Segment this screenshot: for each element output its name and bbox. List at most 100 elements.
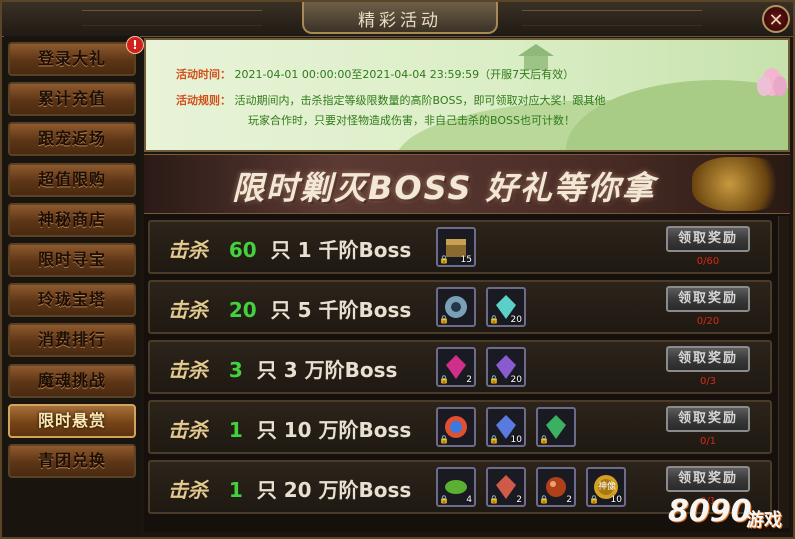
kill-unit: 只 bbox=[256, 478, 277, 502]
activity-rule-text-2: 玩家合作时，只要对怪物造成伤害，非自己击杀的BOSS也可计数！ bbox=[248, 114, 575, 127]
sidebar-item-5[interactable]: 限时寻宝 bbox=[8, 243, 136, 277]
bound-lock-icon: 🔒 bbox=[439, 435, 449, 444]
kill-progress: 0/60 bbox=[696, 256, 720, 267]
kill-label: 击杀 bbox=[168, 418, 208, 442]
boss-level: 10 bbox=[283, 418, 312, 442]
kill-progress: 0/20 bbox=[696, 316, 720, 327]
bound-lock-icon: 🔒 bbox=[489, 435, 499, 444]
alert-badge: ! bbox=[126, 36, 144, 54]
item-count: 15 bbox=[460, 255, 472, 265]
title-bar: 精彩活动 ✕ bbox=[2, 2, 793, 37]
sidebar-item-4[interactable]: 神秘商店 bbox=[8, 202, 136, 237]
activity-time-label: 活动时间： bbox=[176, 68, 231, 81]
item-count: 20 bbox=[510, 315, 522, 325]
item-count: 10 bbox=[510, 435, 522, 445]
boss-tier: 万阶Boss bbox=[318, 418, 412, 442]
reward-row: 击杀 60 只 1 千阶Boss 🔒 15 领取奖励 0/60 bbox=[148, 220, 772, 274]
kill-count: 1 bbox=[228, 478, 243, 502]
activity-info-panel: 活动时间： 2021-04-01 00:00:00至2021-04-04 23:… bbox=[144, 38, 790, 152]
sidebar-item-0[interactable]: 登录大礼 bbox=[8, 42, 136, 76]
kill-unit: 只 bbox=[270, 238, 291, 262]
reward-item-slot[interactable]: 🔒 20 bbox=[486, 287, 526, 327]
item-count: 2 bbox=[566, 495, 572, 505]
reward-item-slot[interactable]: 🔒 20 bbox=[486, 347, 526, 387]
kill-progress: 0/1 bbox=[699, 436, 717, 447]
kill-requirement: 击杀 20 只 5 千阶Boss bbox=[168, 294, 411, 323]
sidebar-item-7[interactable]: 消费排行 bbox=[8, 323, 136, 358]
kill-count: 3 bbox=[228, 358, 243, 382]
boss-level: 5 bbox=[297, 298, 312, 322]
close-button[interactable]: ✕ bbox=[762, 5, 790, 33]
bound-lock-icon: 🔒 bbox=[439, 315, 449, 324]
kill-requirement: 击杀 1 只 10 万阶Boss bbox=[168, 414, 411, 443]
title-ornament-left bbox=[82, 10, 262, 26]
kill-label: 击杀 bbox=[168, 358, 208, 382]
title-ornament-right bbox=[522, 10, 702, 26]
sidebar-item-1[interactable]: 累计充值 bbox=[8, 82, 136, 117]
activity-rule-line-2: 玩家合作时，只要对怪物造成伤害，非自己击杀的BOSS也可计数！ bbox=[248, 112, 575, 128]
item-count: 4 bbox=[466, 495, 472, 505]
kill-count: 1 bbox=[228, 418, 243, 442]
boss-level: 3 bbox=[283, 358, 298, 382]
sidebar-item-6[interactable]: 玲珑宝塔 bbox=[8, 283, 136, 318]
banner-title: 限时剿灭BOSS 好礼等你拿 bbox=[232, 169, 656, 207]
reward-item-slot[interactable]: 🔒 2 bbox=[436, 347, 476, 387]
watermark-text: 游戏 bbox=[746, 510, 782, 531]
item-count: 10 bbox=[610, 495, 622, 505]
sidebar-item-2[interactable]: 跟宠返场 bbox=[8, 122, 136, 157]
reward-item-slot[interactable]: 🔒 4 bbox=[436, 467, 476, 507]
sidebar-item-10[interactable]: 青团兑换 bbox=[8, 444, 136, 478]
reward-item-slot[interactable]: 🔒 2 bbox=[536, 467, 576, 507]
watermark-number: 8090 bbox=[668, 494, 752, 529]
bound-lock-icon: 🔒 bbox=[439, 375, 449, 384]
claim-reward-button[interactable]: 领取奖励 bbox=[666, 286, 750, 312]
bound-lock-icon: 🔒 bbox=[489, 315, 499, 324]
claim-reward-button[interactable]: 领取奖励 bbox=[666, 406, 750, 432]
reward-item-slot[interactable]: 🔒 10 bbox=[486, 407, 526, 447]
sidebar: 登录大礼累计充值跟宠返场超值限购神秘商店限时寻宝玲珑宝塔消费排行魔魂挑战限时悬赏… bbox=[4, 36, 144, 536]
kill-label: 击杀 bbox=[168, 478, 208, 502]
dragon-icon bbox=[692, 157, 786, 211]
claim-reward-button[interactable]: 领取奖励 bbox=[666, 226, 750, 252]
lotus-icon bbox=[754, 60, 788, 100]
reward-item-slot[interactable]: 🔒 bbox=[436, 287, 476, 327]
reward-row: 击杀 20 只 5 千阶Boss 🔒 🔒 20 领取奖励 0/20 bbox=[148, 280, 772, 334]
boss-tier: 千阶Boss bbox=[318, 298, 412, 322]
reward-item-slot[interactable]: 🔒 bbox=[536, 407, 576, 447]
reward-list: 击杀 60 只 1 千阶Boss 🔒 15 领取奖励 0/60 击杀 20 只 5 千阶B… bbox=[144, 214, 790, 532]
bound-lock-icon: 🔒 bbox=[539, 495, 549, 504]
boss-tier: 万阶Boss bbox=[304, 358, 398, 382]
kill-unit: 只 bbox=[256, 358, 277, 382]
reward-list-scrollbar[interactable] bbox=[778, 216, 789, 528]
activity-time-value: 2021-04-01 00:00:00至2021-04-04 23:59:59（… bbox=[234, 68, 575, 81]
activity-rule-text: 活动期间内，击杀指定等级限数量的高阶BOSS，即可领取对应大奖！ bbox=[234, 94, 573, 107]
boss-tier: 万阶Boss bbox=[318, 478, 412, 502]
window-title: 精彩活动 bbox=[358, 11, 442, 31]
kill-requirement: 击杀 1 只 20 万阶Boss bbox=[168, 474, 411, 503]
reward-item-slot[interactable]: 🔒 15 bbox=[436, 227, 476, 267]
boss-tier: 千阶Boss bbox=[318, 238, 412, 262]
kill-unit: 只 bbox=[256, 418, 277, 442]
boss-banner: 限时剿灭BOSS 好礼等你拿 bbox=[144, 154, 790, 214]
sidebar-item-3[interactable]: 超值限购 bbox=[8, 162, 136, 197]
bound-lock-icon: 🔒 bbox=[539, 435, 549, 444]
reward-item-slot[interactable]: 神像 🔒 10 bbox=[586, 467, 626, 507]
reward-row: 击杀 3 只 3 万阶Boss 🔒 2 🔒 20 领取奖励 0/3 bbox=[148, 340, 772, 394]
reward-item-slot[interactable]: 🔒 2 bbox=[486, 467, 526, 507]
item-count: 2 bbox=[516, 495, 522, 505]
sidebar-item-9[interactable]: 限时悬赏 bbox=[8, 403, 136, 438]
bound-lock-icon: 🔒 bbox=[439, 495, 449, 504]
kill-requirement: 击杀 3 只 3 万阶Boss bbox=[168, 354, 397, 383]
item-text: 神像 bbox=[598, 482, 617, 492]
kill-count: 20 bbox=[228, 298, 257, 322]
activity-rule-label: 活动规则： bbox=[176, 94, 231, 107]
claim-reward-button[interactable]: 领取奖励 bbox=[666, 346, 750, 372]
activity-window: 精彩活动 ✕ 登录大礼累计充值跟宠返场超值限购神秘商店限时寻宝玲珑宝塔消费排行魔… bbox=[0, 0, 795, 539]
bound-lock-icon: 🔒 bbox=[439, 255, 449, 264]
item-count: 20 bbox=[510, 375, 522, 385]
watermark-logo: 8090 游戏 bbox=[666, 488, 790, 534]
reward-item-slot[interactable]: 🔒 bbox=[436, 407, 476, 447]
reward-row: 击杀 1 只 10 万阶Boss 🔒 🔒 10 🔒 领取奖励 0/1 bbox=[148, 400, 772, 454]
kill-label: 击杀 bbox=[168, 298, 208, 322]
sidebar-item-8[interactable]: 魔魂挑战 bbox=[8, 363, 136, 398]
